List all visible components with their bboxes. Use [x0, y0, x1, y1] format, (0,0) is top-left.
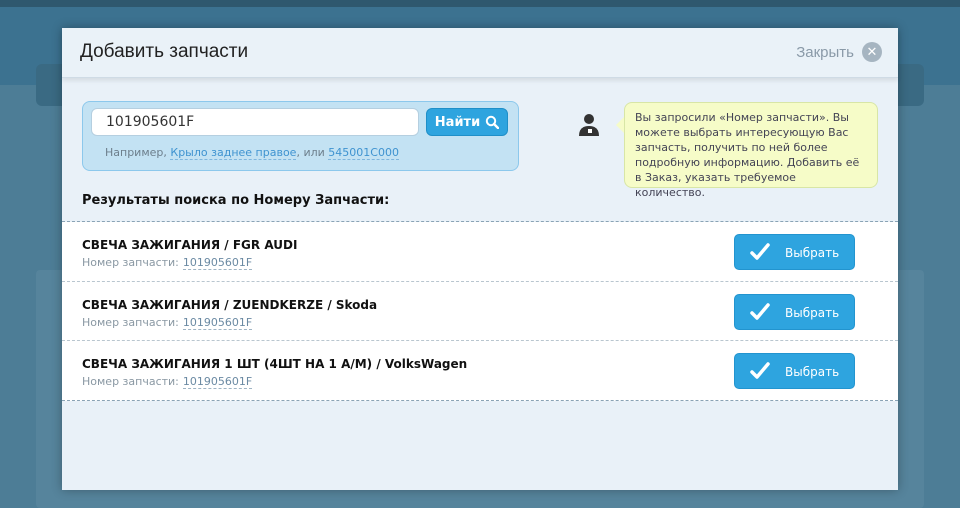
checkmark-icon	[750, 302, 770, 320]
modal-title: Добавить запчасти	[80, 41, 249, 62]
select-label: Выбрать	[785, 305, 840, 320]
add-parts-modal: Добавить запчасти Закрыть ✕ Найти Наприм…	[62, 28, 898, 490]
modal-header: Добавить запчасти Закрыть ✕	[62, 28, 898, 78]
close-icon: ✕	[862, 42, 882, 62]
part-search-input[interactable]	[91, 108, 419, 136]
agent-icon	[579, 114, 599, 136]
part-number-line: Номер запчасти: 101905601F	[82, 315, 253, 330]
search-icon	[486, 115, 500, 129]
example-link-name[interactable]: Крыло заднее правое	[170, 146, 297, 160]
part-number-link[interactable]: 101905601F	[182, 375, 253, 389]
part-number-line: Номер запчасти: 101905601F	[82, 256, 253, 270]
checkmark-icon	[750, 362, 770, 379]
select-button[interactable]: Выбрать	[734, 353, 855, 389]
part-name: СВЕЧА ЗАЖИГАНИЯ / FGR AUDI	[82, 238, 298, 252]
result-row: СВЕЧА ЗАЖИГАНИЯ 1 ШТ (4ШТ НА 1 А/М) / Vo…	[62, 341, 898, 401]
part-number-label: Номер запчасти:	[82, 315, 179, 329]
part-name: СВЕЧА ЗАЖИГАНИЯ 1 ШТ (4ШТ НА 1 А/М) / Vo…	[82, 357, 468, 371]
search-hint: Например, Крыло заднее правое, или 54500…	[105, 146, 399, 160]
result-row: СВЕЧА ЗАЖИГАНИЯ / FGR AUDI Номер запчаст…	[62, 222, 898, 282]
part-number-line: Номер запчасти: 101905601F	[82, 375, 253, 389]
part-number-label: Номер запчасти:	[82, 256, 179, 269]
background-topbar	[0, 0, 960, 7]
example-link-number[interactable]: 545001C000	[328, 146, 399, 160]
part-name: СВЕЧА ЗАЖИГАНИЯ / ZUENDKERZE / Skoda	[82, 297, 378, 312]
result-row: СВЕЧА ЗАЖИГАНИЯ / ZUENDKERZE / Skoda Ном…	[62, 281, 898, 341]
part-number-link[interactable]: 101905601F	[182, 256, 253, 270]
close-label: Закрыть	[796, 43, 854, 61]
close-button[interactable]: Закрыть ✕	[796, 42, 882, 62]
info-tooltip: Вы запросили «Номер запчасти». Вы можете…	[616, 102, 878, 199]
part-number-link[interactable]: 101905601F	[182, 315, 253, 330]
part-number-label: Номер запчасти:	[82, 375, 179, 388]
search-button[interactable]: Найти	[426, 108, 508, 136]
select-label: Выбрать	[785, 246, 840, 260]
select-label: Выбрать	[785, 365, 840, 379]
search-box: Найти Например, Крыло заднее правое, или…	[82, 101, 519, 171]
search-button-label: Найти	[434, 114, 481, 130]
results-title: Результаты поиска по Номеру Запчасти:	[82, 193, 390, 208]
checkmark-icon	[750, 243, 770, 260]
hint-prefix: Например,	[105, 146, 167, 159]
results-list: СВЕЧА ЗАЖИГАНИЯ / FGR AUDI Номер запчаст…	[62, 221, 898, 401]
select-button[interactable]: Выбрать	[734, 234, 855, 270]
hint-mid: , или	[296, 146, 325, 159]
select-button[interactable]: Выбрать	[734, 293, 855, 330]
